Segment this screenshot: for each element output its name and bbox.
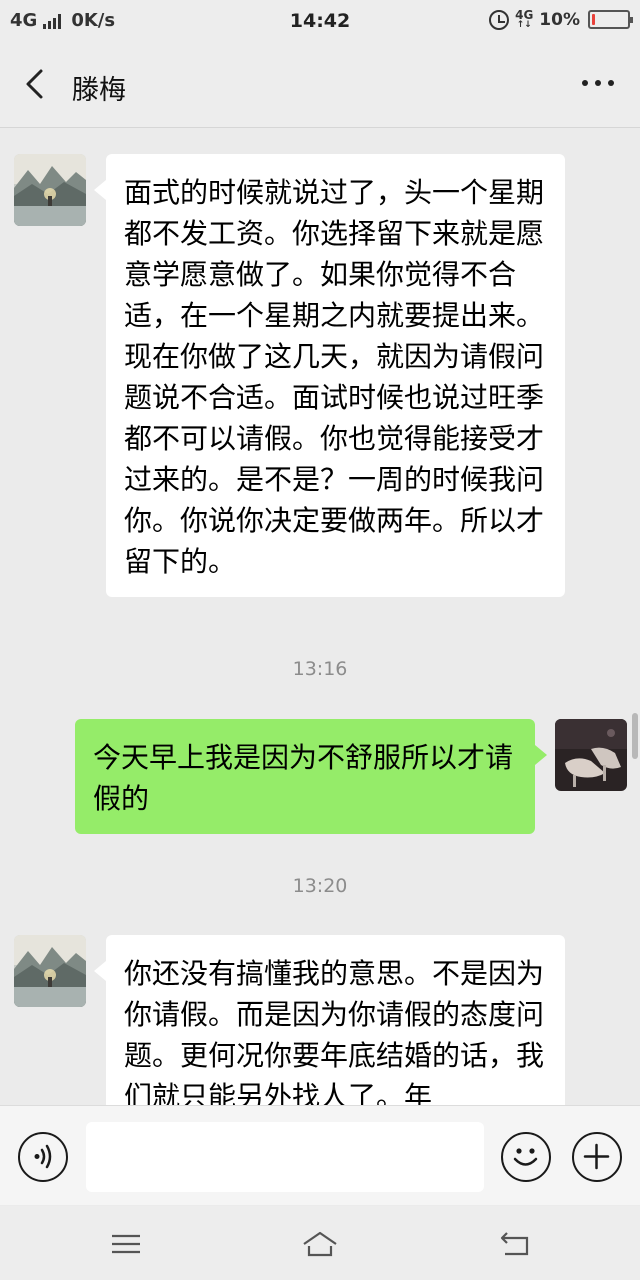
- landscape-avatar-icon: [14, 154, 86, 226]
- system-nav-bar: [0, 1206, 640, 1280]
- message-text: 面式的时候就说过了，头一个星期都不发工资。你选择留下来就是愿意学愿意做了。如果你…: [124, 176, 545, 578]
- message-bubble-incoming[interactable]: 面式的时候就说过了，头一个星期都不发工资。你选择留下来就是愿意学愿意做了。如果你…: [94, 154, 565, 597]
- message-timestamp: 13:20: [292, 875, 348, 897]
- shoes-avatar-icon: [555, 719, 627, 791]
- contact-avatar[interactable]: [14, 154, 86, 226]
- chat-messages[interactable]: 面式的时候就说过了，头一个星期都不发工资。你选择留下来就是愿意学愿意做了。如果你…: [0, 129, 640, 1105]
- alarm-clock-icon: [489, 9, 510, 30]
- self-avatar[interactable]: [555, 719, 627, 791]
- back-icon: [500, 1232, 529, 1256]
- voice-button[interactable]: [18, 1132, 68, 1182]
- message-input[interactable]: [86, 1122, 484, 1192]
- more-button[interactable]: [582, 80, 614, 86]
- more-actions-button[interactable]: [572, 1132, 622, 1182]
- mobile-data-icon: 4G ↑↓: [515, 8, 534, 30]
- contact-avatar[interactable]: [14, 935, 86, 1007]
- voice-icon: [34, 1144, 52, 1169]
- emoji-button[interactable]: [501, 1132, 551, 1182]
- chevron-left-icon: [26, 69, 43, 99]
- message-bubble-outgoing[interactable]: 今天早上我是因为不舒服所以才请假的: [75, 719, 547, 834]
- scrollbar[interactable]: [632, 713, 638, 759]
- status-bar: 4G 0K/s 14:42 4G ↑↓ 10%: [0, 0, 640, 44]
- nav-back-button[interactable]: [495, 1224, 535, 1264]
- nav-home-button[interactable]: [300, 1224, 340, 1264]
- landscape-avatar-icon: [14, 935, 86, 1007]
- chat-header: 滕梅: [0, 44, 640, 128]
- message-timestamp: 13:16: [292, 658, 348, 680]
- plus-icon: [583, 1143, 610, 1170]
- nav-menu-button[interactable]: [106, 1224, 146, 1264]
- battery-percent: 10%: [539, 9, 580, 30]
- message-text: 你还没有搞懂我的意思。不是因为你请假。而是因为你请假的态度问题。更何况你要年底结…: [124, 957, 545, 1105]
- message-text: 今天早上我是因为不舒服所以才请假的: [93, 741, 514, 815]
- more-dots-icon: [582, 80, 588, 86]
- back-button[interactable]: [14, 62, 58, 106]
- page-title: 滕梅: [72, 75, 126, 106]
- home-icon: [303, 1231, 337, 1257]
- menu-icon: [112, 1234, 140, 1254]
- input-bar: [0, 1105, 640, 1205]
- battery-level: [592, 14, 595, 25]
- emoji-icon: [513, 1148, 538, 1166]
- message-bubble-incoming[interactable]: 你还没有搞懂我的意思。不是因为你请假。而是因为你请假的态度问题。更何况你要年底结…: [94, 935, 565, 1105]
- battery-icon: [588, 10, 633, 29]
